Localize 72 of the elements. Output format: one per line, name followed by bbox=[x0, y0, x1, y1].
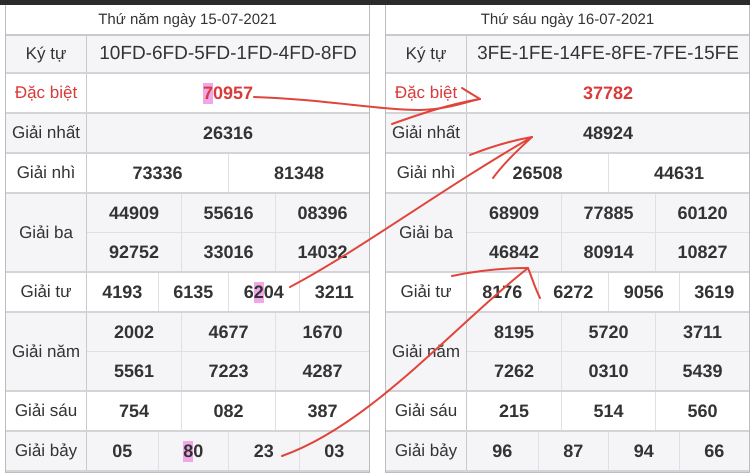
number-cell: 66 bbox=[678, 432, 749, 470]
number-cell: 082 bbox=[181, 392, 275, 430]
number-cell: 387 bbox=[275, 392, 369, 430]
number-cell: 77885 bbox=[561, 194, 655, 232]
number-cell: 5720 bbox=[561, 313, 655, 351]
number-cell: 7223 bbox=[181, 352, 275, 390]
number-cell-text: 92752 bbox=[108, 240, 160, 264]
number-cell-text: 8195 bbox=[492, 320, 536, 344]
number-cell-text: 4193 bbox=[101, 280, 144, 304]
number-cell: 4677 bbox=[181, 313, 275, 351]
number-cell: 14032 bbox=[275, 233, 369, 271]
prize-label: Giải tư bbox=[6, 273, 87, 311]
number-cell-text: 05 bbox=[111, 440, 134, 462]
prize-label: Giải sáu bbox=[386, 392, 467, 430]
number-cell-text: 96 bbox=[491, 440, 514, 462]
prize-label: Giải năm bbox=[6, 313, 87, 390]
number-cell-text: 70957 bbox=[202, 82, 254, 106]
number-cell: 23 bbox=[228, 432, 298, 470]
number-cell-text: 46842 bbox=[488, 240, 540, 264]
code-cell-text: 3FE-1FE-14FE-8FE-7FE-15FE bbox=[476, 42, 740, 66]
number-cell: 6135 bbox=[158, 273, 228, 311]
number-cell: 33016 bbox=[181, 233, 275, 271]
number-cell-text: 26508 bbox=[511, 162, 564, 184]
number-cell-text: 2002 bbox=[112, 320, 156, 344]
prize-label: Ký tự bbox=[6, 36, 87, 72]
code-cell-text: 10FD-6FD-5FD-1FD-4FD-8FD bbox=[98, 42, 358, 66]
number-cell-text: 26316 bbox=[202, 122, 254, 144]
number-cell: 44631 bbox=[608, 154, 749, 192]
number-cell: 08396 bbox=[275, 194, 369, 232]
prize-label: Giải sáu bbox=[6, 392, 87, 430]
number-cell-text: 37782 bbox=[582, 82, 634, 104]
number-cell: 3211 bbox=[298, 273, 369, 311]
number-cell: 81348 bbox=[228, 154, 369, 192]
number-cell: 80914 bbox=[561, 233, 655, 271]
number-cell: 1670 bbox=[275, 313, 369, 351]
number-cell-text: 73336 bbox=[131, 162, 184, 184]
prize-label: Giải nhất bbox=[6, 114, 87, 152]
number-cell-text: 5561 bbox=[112, 360, 156, 382]
prize-label: Giải nhì bbox=[386, 154, 467, 192]
number-cell: 560 bbox=[655, 392, 749, 430]
number-cell: 9056 bbox=[608, 273, 678, 311]
number-cell-text: 44909 bbox=[108, 202, 160, 224]
number-cell: 3711 bbox=[655, 313, 749, 351]
number-cell: 0310 bbox=[561, 352, 655, 390]
prize-label: Giải nhì bbox=[6, 154, 87, 192]
number-cell: 55616 bbox=[181, 194, 275, 232]
prize-label: Đặc biệt bbox=[386, 74, 467, 112]
number-cell: 80 bbox=[158, 432, 228, 470]
number-cell: 6272 bbox=[538, 273, 608, 311]
prize-label: Giải ba bbox=[6, 194, 87, 271]
prize-label: Giải bảy bbox=[386, 432, 467, 470]
number-cell: 4287 bbox=[275, 352, 369, 390]
number-cell: 10827 bbox=[655, 233, 749, 271]
number-cell-text: 7262 bbox=[492, 360, 536, 382]
prize-label: Giải ba bbox=[386, 194, 467, 271]
number-cell: 6204 bbox=[228, 273, 298, 311]
prize-label: Giải bảy bbox=[6, 432, 87, 470]
number-cell: 60120 bbox=[655, 194, 749, 232]
number-cell: 87 bbox=[538, 432, 608, 470]
prize-label: Ký tự bbox=[386, 36, 467, 72]
number-cell-text: 215 bbox=[498, 400, 530, 422]
number-cell: 5439 bbox=[655, 352, 749, 390]
number-cell: 3619 bbox=[678, 273, 749, 311]
prize-label: Giải nhất bbox=[386, 114, 467, 152]
number-cell-text: 754 bbox=[118, 400, 150, 422]
number-cell: 03 bbox=[298, 432, 369, 470]
number-cell: 94 bbox=[608, 432, 678, 470]
number-cell: 514 bbox=[561, 392, 655, 430]
number-cell-text: 48924 bbox=[582, 122, 634, 144]
prize-label: Đặc biệt bbox=[6, 74, 87, 112]
prize-label: Giải tư bbox=[386, 273, 467, 311]
number-cell-text: 68909 bbox=[488, 202, 540, 224]
